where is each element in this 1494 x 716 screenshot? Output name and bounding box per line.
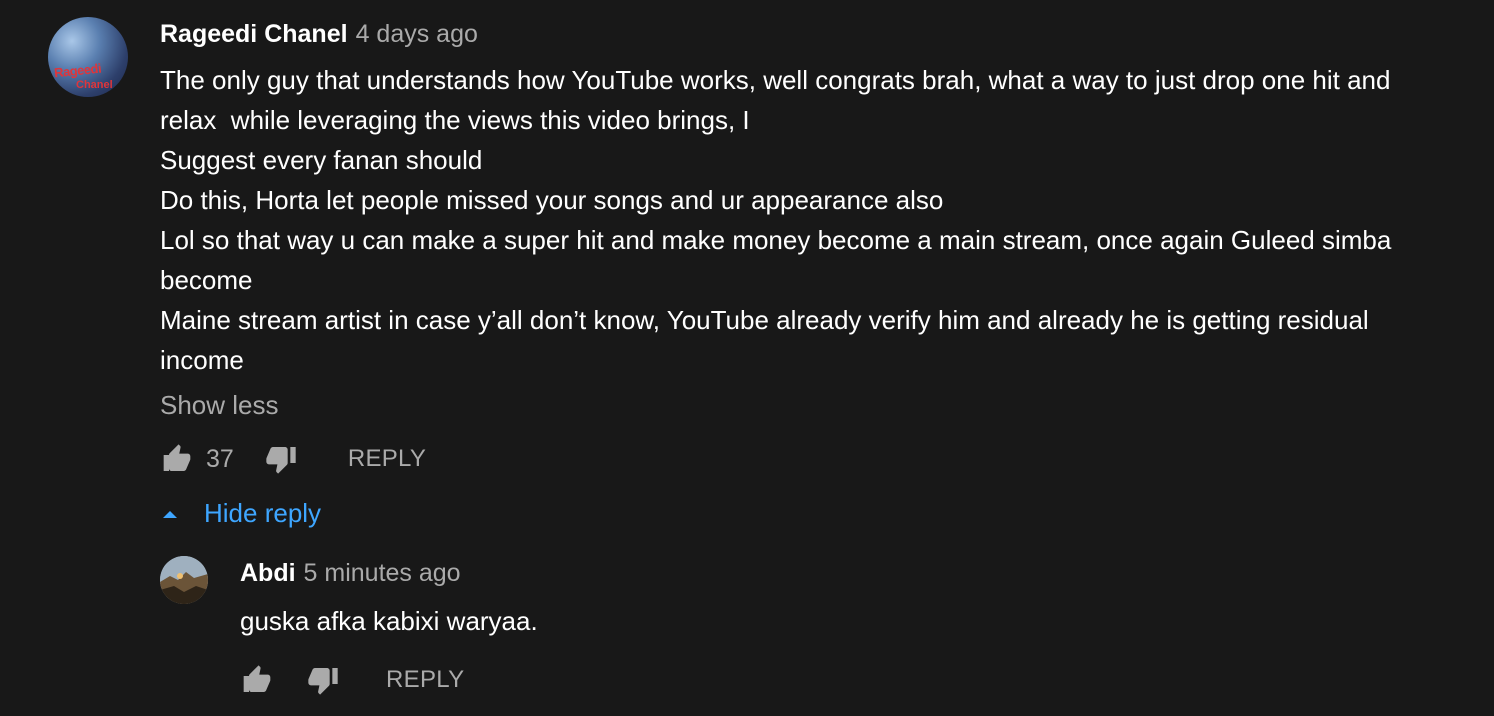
commenter-avatar[interactable]: Rageedi Chanel — [48, 17, 128, 97]
comment-text: The only guy that understands how YouTub… — [160, 60, 1485, 380]
thumbs-up-icon[interactable] — [240, 663, 274, 697]
avatar-logo-text-2: Chanel — [76, 79, 113, 91]
hide-reply-label: Hide reply — [204, 498, 322, 528]
reply-avatar[interactable] — [160, 556, 208, 604]
comment-line: The only guy that understands how YouTub… — [160, 65, 1391, 95]
show-less-button[interactable]: Show less — [160, 388, 279, 422]
like-count: 37 — [206, 444, 234, 473]
comment-time[interactable]: 4 days ago — [356, 20, 478, 48]
reply-action-bar: REPLY — [240, 662, 464, 698]
comment-line: become — [160, 265, 253, 295]
thumbs-down-icon[interactable] — [264, 442, 298, 476]
comment-action-bar: 37 REPLY — [160, 441, 426, 477]
hide-reply-button[interactable]: Hide reply — [160, 498, 321, 529]
reply-header: Abdi 5 minutes ago — [240, 557, 461, 589]
reply-text: guska afka kabixi waryaa. — [240, 606, 538, 636]
reply-button[interactable]: REPLY — [386, 666, 464, 694]
comment-line: relax while leveraging the views this vi… — [160, 105, 750, 135]
caret-up-icon — [160, 504, 180, 524]
comment-line: Suggest every fanan should — [160, 145, 483, 175]
comment-line: income — [160, 345, 244, 375]
comment-author[interactable]: Rageedi Chanel — [160, 20, 348, 48]
avatar-logo-text: Rageedi — [53, 60, 102, 81]
comment-line: Maine stream artist in case y’all don’t … — [160, 305, 1369, 335]
comment-line: Do this, Horta let people missed your so… — [160, 185, 944, 215]
comment-header: Rageedi Chanel 4 days ago — [160, 18, 478, 50]
reply-button[interactable]: REPLY — [348, 445, 426, 473]
reply-time[interactable]: 5 minutes ago — [304, 559, 461, 587]
comment-line: Lol so that way u can make a super hit a… — [160, 225, 1392, 255]
thumbs-up-icon[interactable] — [160, 442, 194, 476]
reply-author[interactable]: Abdi — [240, 559, 296, 587]
thumbs-down-icon[interactable] — [306, 663, 340, 697]
landscape-photo — [160, 556, 208, 604]
